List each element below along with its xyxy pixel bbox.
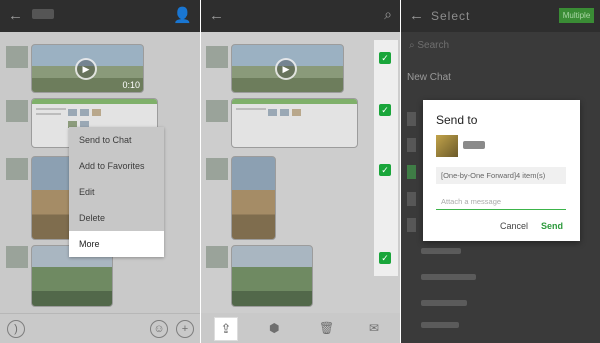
chat-row-name (421, 322, 459, 328)
avatar[interactable] (206, 100, 228, 122)
back-arrow-icon[interactable]: ← (8, 7, 23, 24)
checkbox-checked[interactable]: ✓ (379, 252, 391, 264)
play-icon[interactable]: ▶ (75, 58, 97, 80)
recipient-name-blurred (463, 141, 485, 149)
chat-row-name (421, 300, 467, 306)
forward-summary: [One-by-One Forward]4 item(s) (436, 167, 566, 184)
send-button[interactable]: Send (541, 221, 563, 231)
dialog-title: Send to (436, 113, 478, 127)
checkbox-checked[interactable]: ✓ (379, 164, 391, 176)
photo-message-thumbnail[interactable] (231, 156, 276, 240)
avatar[interactable] (206, 46, 228, 68)
photo-message-thumbnail[interactable] (231, 245, 313, 307)
selection-checkbox-column: ✓ ✓ ✓ ✓ (374, 40, 398, 276)
attach-message-input[interactable]: Attach a message (436, 194, 566, 210)
chat-header: ← 👤 (0, 0, 200, 32)
message-context-menu: Send to Chat Add to Favorites Edit Delet… (69, 127, 164, 257)
select-header: ← Select Multiple (401, 0, 600, 32)
plus-icon[interactable]: + (176, 320, 194, 338)
avatar[interactable] (6, 158, 28, 180)
multiple-button[interactable]: Multiple (559, 8, 594, 23)
back-arrow-icon[interactable]: ← (409, 7, 424, 24)
video-message-thumbnail[interactable]: ▶ (231, 44, 344, 93)
avatar[interactable] (206, 158, 228, 180)
chat-row-avatar[interactable] (407, 218, 416, 232)
chat-panel: ← 👤 ▶ 0:10 Send to Chat Add to Favorites… (0, 0, 200, 343)
voice-icon[interactable]: ) (7, 320, 25, 338)
cancel-button[interactable]: Cancel (500, 221, 528, 231)
emoji-icon[interactable]: ☺ (150, 320, 168, 338)
multi-select-header: ← ⌕ (201, 0, 400, 32)
search-field[interactable]: ⌕ Search (409, 40, 449, 51)
checkbox-checked[interactable]: ✓ (379, 52, 391, 64)
send-to-dialog: Send to [One-by-One Forward]4 item(s) At… (423, 100, 580, 241)
trash-icon[interactable]: 🗑 (319, 321, 334, 335)
video-message-thumbnail[interactable]: ▶ 0:10 (31, 44, 144, 93)
search-icon[interactable]: ⌕ (384, 6, 392, 23)
avatar[interactable] (6, 100, 28, 122)
chat-row-name (421, 248, 461, 254)
menu-item-delete[interactable]: Delete (69, 205, 164, 231)
chat-row-avatar[interactable] (407, 112, 416, 126)
select-title: Select (431, 9, 471, 23)
selection-toolbar: ⇪ ⬢ 🗑 ✉ (201, 313, 400, 343)
person-icon[interactable]: 👤 (173, 6, 192, 24)
avatar[interactable] (6, 246, 28, 268)
search-placeholder: Search (417, 40, 450, 51)
multi-select-panel: ← ⌕ ▶ ✓ ✓ ✓ ✓ ⇪ ⬢ 🗑 ✉ (201, 0, 400, 343)
chat-title-blurred (32, 9, 54, 19)
share-icon[interactable]: ⇪ (214, 317, 238, 341)
chat-input-bar: ) ☺ + (0, 313, 200, 343)
chat-row-avatar[interactable] (407, 138, 416, 152)
menu-item-more[interactable]: More (69, 231, 164, 257)
menu-item-edit[interactable]: Edit (69, 179, 164, 205)
checkbox-checked[interactable]: ✓ (379, 104, 391, 116)
chat-row-name (421, 274, 476, 280)
back-arrow-icon[interactable]: ← (209, 7, 224, 24)
chat-row-avatar[interactable] (407, 165, 416, 179)
avatar[interactable] (6, 46, 28, 68)
chat-row-avatar[interactable] (407, 192, 416, 206)
video-duration: 0:10 (122, 80, 140, 90)
avatar[interactable] (206, 246, 228, 268)
new-chat-label[interactable]: New Chat (407, 72, 451, 83)
menu-item-send-to-chat[interactable]: Send to Chat (69, 127, 164, 153)
play-icon[interactable]: ▶ (275, 58, 297, 80)
screenshot-message-thumbnail[interactable] (231, 98, 358, 148)
mail-icon[interactable]: ✉ (369, 321, 379, 335)
menu-item-add-to-favorites[interactable]: Add to Favorites (69, 153, 164, 179)
cube-icon[interactable]: ⬢ (269, 321, 279, 335)
recipient-avatar (436, 135, 458, 157)
